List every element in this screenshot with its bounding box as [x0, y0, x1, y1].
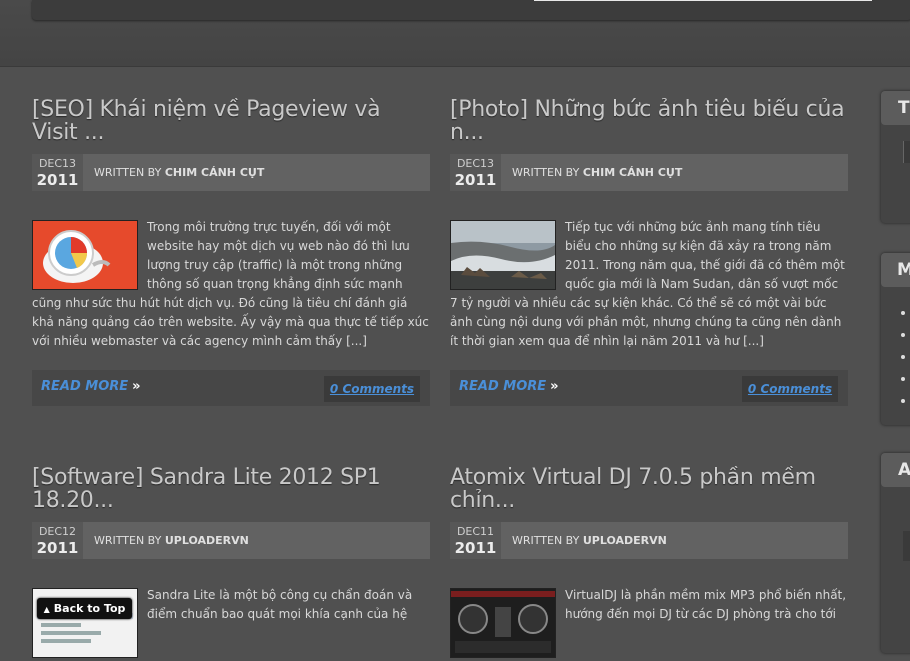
post-date-year: 2011 — [454, 171, 497, 189]
post-meta-bar: DEC13 2011 WRITTEN BY CHIM CÁNH CỤT — [32, 154, 430, 191]
post-author-line: WRITTEN BY CHIM CÁNH CỤT — [94, 166, 264, 180]
post-date: DEC13 2011 — [32, 154, 83, 191]
post-date-monthday: DEC13 — [456, 157, 495, 170]
post-author[interactable]: UPLOADERVN — [165, 534, 249, 547]
post-author[interactable]: UPLOADERVN — [583, 534, 667, 547]
written-by-label: WRITTEN BY — [512, 534, 580, 547]
post-date-monthday: DEC11 — [456, 525, 495, 538]
read-more-link[interactable]: READ MORE» — [459, 379, 559, 394]
post-meta-bar: DEC12 2011 WRITTEN BY UPLOADERVN — [32, 522, 430, 559]
sidebar-widget-title: A — [881, 453, 910, 487]
post-author[interactable]: CHIM CÁNH CỤT — [583, 166, 682, 179]
written-by-label: WRITTEN BY — [512, 166, 580, 179]
read-more-link[interactable]: READ MORE» — [41, 379, 141, 394]
post-date-monthday: DEC13 — [38, 157, 77, 170]
list-bullet — [901, 355, 905, 359]
double-chevron-right-icon: » — [132, 379, 141, 394]
written-by-label: WRITTEN BY — [94, 534, 162, 547]
sidebar-widget: M — [881, 253, 910, 425]
list-bullet — [901, 377, 905, 381]
post-footer-bar: READ MORE» 0 Comments — [450, 370, 848, 406]
post-title[interactable]: [Photo] Những bức ảnh tiêu biểu của n... — [450, 98, 848, 144]
post-title[interactable]: Atomix Virtual DJ 7.0.5 phần mềm chỉn... — [450, 466, 848, 512]
arrow-up-icon: ▲ — [43, 605, 50, 614]
post-author[interactable]: CHIM CÁNH CỤT — [165, 166, 264, 179]
list-bullet — [901, 333, 905, 337]
post-thumbnail-photo[interactable] — [450, 220, 556, 290]
back-to-top-button[interactable]: ▲ Back to Top — [37, 598, 132, 619]
post-date-year: 2011 — [36, 539, 79, 557]
post-title[interactable]: [Software] Sandra Lite 2012 SP1 18.20... — [32, 466, 430, 512]
list-bullet — [901, 399, 905, 403]
sidebar-widget-title: M — [881, 253, 910, 287]
post-date: DEC12 2011 — [32, 522, 83, 559]
top-navigation-panel — [32, 0, 910, 20]
back-to-top-label: Back to Top — [53, 602, 126, 615]
search-box-edge[interactable] — [534, 0, 872, 1]
post-meta-bar: DEC13 2011 WRITTEN BY CHIM CÁNH CỤT — [450, 154, 848, 191]
post-author-line: WRITTEN BY UPLOADERVN — [512, 534, 667, 548]
post-thumbnail-dj-software[interactable] — [450, 588, 556, 658]
comments-link[interactable]: 0 Comments — [742, 376, 838, 402]
post-date-year: 2011 — [36, 171, 79, 189]
written-by-label: WRITTEN BY — [94, 166, 162, 179]
header-band — [0, 0, 910, 67]
list-bullet — [901, 311, 905, 315]
post-author-line: WRITTEN BY CHIM CÁNH CỤT — [512, 166, 682, 180]
post-card: [SEO] Khái niệm về Pageview và Visit ...… — [32, 98, 430, 420]
post-author-line: WRITTEN BY UPLOADERVN — [94, 534, 249, 548]
post-date: DEC13 2011 — [450, 154, 501, 191]
comments-link[interactable]: 0 Comments — [324, 376, 420, 402]
post-footer-bar: READ MORE» 0 Comments — [32, 370, 430, 406]
widget-content — [903, 141, 910, 163]
post-date: DEC11 2011 — [450, 522, 501, 559]
sidebar-widget: A — [881, 453, 910, 653]
widget-content — [903, 531, 910, 561]
post-date-year: 2011 — [454, 539, 497, 557]
post-card: [Photo] Những bức ảnh tiêu biểu của n...… — [450, 98, 848, 420]
sidebar-widget: Tl — [881, 91, 910, 223]
post-thumbnail-chart-icon[interactable] — [32, 220, 138, 290]
post-date-monthday: DEC12 — [38, 525, 77, 538]
post-meta-bar: DEC11 2011 WRITTEN BY UPLOADERVN — [450, 522, 848, 559]
double-chevron-right-icon: » — [550, 379, 559, 394]
post-card: Atomix Virtual DJ 7.0.5 phần mềm chỉn...… — [450, 466, 848, 658]
post-title[interactable]: [SEO] Khái niệm về Pageview và Visit ... — [32, 98, 430, 144]
sidebar-widget-title: Tl — [881, 91, 910, 125]
